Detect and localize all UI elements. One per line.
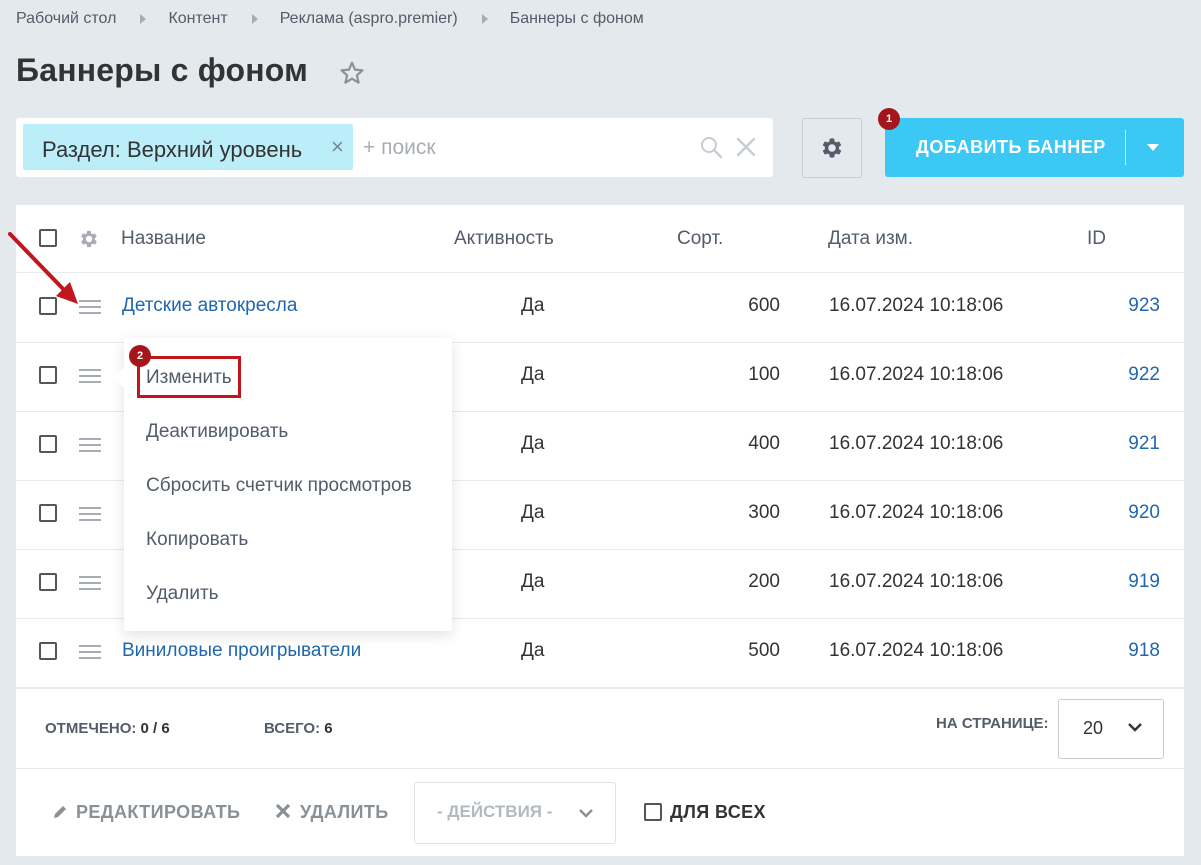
row-sort: 400 (748, 433, 780, 454)
menu-icon[interactable] (79, 369, 101, 383)
row-checkbox[interactable] (39, 504, 57, 522)
actions-select-value: - ДЕЙСТВИЯ - (437, 802, 553, 821)
column-header-date[interactable]: Дата изм. (828, 228, 913, 250)
total-count: ВСЕГО: 6 (264, 720, 333, 737)
row-id-link[interactable]: 923 (1128, 295, 1160, 317)
breadcrumb-desktop[interactable]: Рабочий стол (16, 10, 116, 28)
per-page-select[interactable]: 20 (1058, 699, 1164, 759)
menu-item-copy[interactable]: Копировать (146, 529, 248, 551)
add-banner-label: ДОБАВИТЬ БАННЕР (916, 137, 1106, 157)
row-checkbox[interactable] (39, 435, 57, 453)
row-checkbox[interactable] (39, 573, 57, 591)
settings-button[interactable] (802, 118, 862, 178)
table-footer: ОТМЕЧЕНО: 0 / 6 ВСЕГО: 6 НА СТРАНИЦЕ: 20 (16, 688, 1184, 769)
per-page-label: НА СТРАНИЦЕ: (936, 715, 1049, 732)
row-date: 16.07.2024 10:18:06 (829, 571, 1004, 592)
breadcrumb-separator-icon (140, 14, 147, 24)
menu-icon[interactable] (79, 507, 101, 521)
actions-select[interactable]: - ДЕЙСТВИЯ - (414, 782, 616, 844)
table-row[interactable]: Детские автокресла Да 600 16.07.2024 10:… (16, 273, 1184, 343)
search-icon[interactable] (699, 135, 723, 159)
menu-item-deactivate[interactable]: Деактивировать (146, 421, 288, 443)
group-actions-bar: РЕДАКТИРОВАТЬ УДАЛИТЬ - ДЕЙСТВИЯ - ДЛЯ В… (16, 768, 1184, 856)
row-id-link[interactable]: 918 (1128, 640, 1160, 662)
row-active: Да (521, 295, 545, 316)
menu-icon[interactable] (79, 576, 101, 590)
menu-item-edit[interactable]: Изменить (146, 367, 232, 389)
step-badge: 1 (878, 108, 900, 130)
chevron-down-icon (1128, 723, 1142, 732)
row-date: 16.07.2024 10:18:06 (829, 433, 1004, 454)
breadcrumb-content[interactable]: Контент (168, 10, 227, 28)
breadcrumb-advertising[interactable]: Реклама (aspro.premier) (280, 10, 458, 28)
row-sort: 200 (748, 571, 780, 592)
row-date: 16.07.2024 10:18:06 (829, 364, 1004, 385)
filter-chip[interactable]: Раздел: Верхний уровень × (23, 124, 353, 170)
filter-search-bar[interactable]: Раздел: Верхний уровень × (16, 118, 773, 177)
selected-count-label: ОТМЕЧЕНО: (45, 720, 137, 737)
row-id-link[interactable]: 922 (1128, 364, 1160, 386)
menu-item-delete[interactable]: Удалить (146, 583, 219, 605)
selected-count-value: 0 / 6 (140, 720, 170, 737)
star-icon[interactable] (339, 60, 365, 86)
add-banner-button[interactable]: ДОБАВИТЬ БАННЕР (885, 118, 1184, 177)
pencil-icon (54, 806, 66, 818)
row-checkbox[interactable] (39, 642, 57, 660)
breadcrumb: Рабочий стол Контент Реклама (aspro.prem… (16, 10, 644, 28)
selected-count: ОТМЕЧЕНО: 0 / 6 (45, 720, 170, 737)
row-sort: 300 (748, 502, 780, 523)
breadcrumb-current[interactable]: Баннеры с фоном (510, 10, 644, 28)
breadcrumb-separator-icon (251, 14, 258, 24)
total-count-value: 6 (324, 720, 333, 737)
menu-pointer (114, 368, 124, 388)
filter-chip-label: Раздел: Верхний уровень (42, 137, 303, 162)
row-context-menu: Изменить Деактивировать Сбросить счетчик… (114, 338, 452, 631)
menu-icon[interactable] (79, 645, 101, 659)
delete-button-label: УДАЛИТЬ (300, 802, 389, 822)
row-active: Да (521, 502, 545, 523)
column-header-sort[interactable]: Сорт. (677, 228, 723, 250)
per-page-value: 20 (1083, 718, 1104, 738)
row-id-link[interactable]: 919 (1128, 571, 1160, 593)
close-icon[interactable] (736, 137, 756, 157)
menu-item-reset-views[interactable]: Сбросить счетчик просмотров (146, 475, 412, 497)
delete-button[interactable]: УДАЛИТЬ (274, 802, 389, 823)
column-header-id[interactable]: ID (1087, 228, 1106, 250)
row-date: 16.07.2024 10:18:06 (829, 502, 1004, 523)
page-title: Баннеры с фоном (16, 52, 308, 88)
row-sort: 100 (748, 364, 780, 385)
row-date: 16.07.2024 10:18:06 (829, 640, 1004, 661)
row-active: Да (521, 640, 545, 661)
row-id-link[interactable]: 921 (1128, 433, 1160, 455)
table-header: Название Активность Сорт. Дата изм. ID (16, 205, 1184, 273)
row-checkbox[interactable] (39, 366, 57, 384)
step-badge: 2 (129, 345, 151, 367)
row-id-link[interactable]: 920 (1128, 502, 1160, 524)
arrow-annotation-icon (8, 232, 78, 304)
row-sort: 600 (748, 295, 780, 316)
for-all-label: ДЛЯ ВСЕХ (670, 802, 766, 822)
chevron-down-icon (579, 809, 593, 818)
row-active: Да (521, 571, 545, 592)
edit-button[interactable]: РЕДАКТИРОВАТЬ (52, 802, 240, 823)
close-icon (275, 803, 291, 819)
row-name-link[interactable]: Виниловые проигрыватели (122, 640, 361, 662)
chip-close-icon[interactable]: × (331, 134, 344, 160)
add-button-divider (1125, 130, 1126, 165)
column-header-name[interactable]: Название (121, 228, 206, 250)
row-active: Да (521, 433, 545, 454)
row-sort: 500 (748, 640, 780, 661)
column-header-active[interactable]: Активность (454, 228, 554, 250)
menu-icon[interactable] (79, 438, 101, 452)
total-count-label: ВСЕГО: (264, 720, 321, 737)
edit-button-label: РЕДАКТИРОВАТЬ (76, 802, 241, 822)
row-name-link[interactable]: Детские автокресла (122, 295, 297, 317)
breadcrumb-separator-icon (481, 14, 488, 24)
row-active: Да (521, 364, 545, 385)
chevron-down-icon[interactable] (1147, 144, 1159, 151)
row-date: 16.07.2024 10:18:06 (829, 295, 1004, 316)
search-input[interactable] (361, 128, 685, 168)
gear-icon (822, 138, 842, 158)
for-all-checkbox[interactable] (644, 803, 662, 821)
